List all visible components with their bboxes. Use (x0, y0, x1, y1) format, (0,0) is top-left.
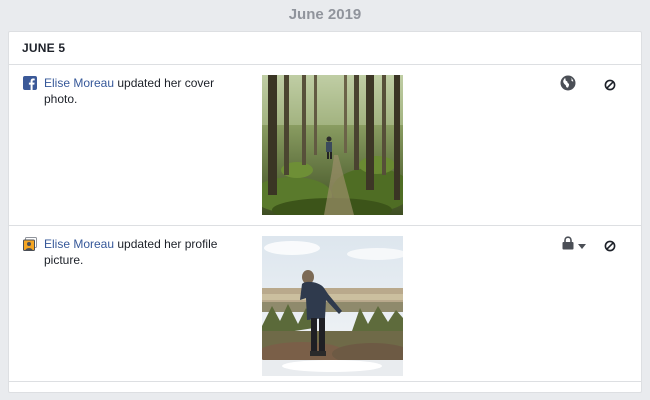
public-globe-icon (560, 75, 576, 96)
user-name-link[interactable]: Elise Moreau (44, 237, 114, 251)
facebook-icon (23, 76, 37, 90)
block-icon (604, 240, 616, 252)
hide-from-timeline-button[interactable] (603, 239, 617, 253)
hide-from-timeline-button[interactable] (603, 78, 617, 92)
privacy-selector[interactable] (560, 75, 576, 96)
month-header: June 2019 (288, 6, 362, 23)
cover-photo-thumbnail[interactable] (262, 75, 403, 215)
entry-text: Elise Moreau updated her cover photo. (44, 75, 239, 107)
profile-picture-icon (23, 237, 37, 251)
activity-entry-profile-picture: Elise Moreau updated her profile picture… (9, 226, 641, 382)
entry-text: Elise Moreau updated her profile picture… (44, 236, 239, 268)
privacy-selector[interactable] (562, 236, 586, 255)
chevron-down-icon (578, 237, 586, 255)
forest-trail-photo (262, 75, 403, 215)
activity-card: JUNE 5 Elise Moreau updated her cover ph… (8, 31, 642, 393)
hilltop-woman-photo (262, 236, 403, 376)
day-header: JUNE 5 (9, 32, 641, 65)
only-me-lock-icon (562, 236, 574, 255)
user-name-link[interactable]: Elise Moreau (44, 76, 114, 90)
block-icon (604, 79, 616, 91)
profile-picture-thumbnail[interactable] (262, 236, 403, 376)
activity-entry-cover-photo: Elise Moreau updated her cover photo. (9, 65, 641, 226)
